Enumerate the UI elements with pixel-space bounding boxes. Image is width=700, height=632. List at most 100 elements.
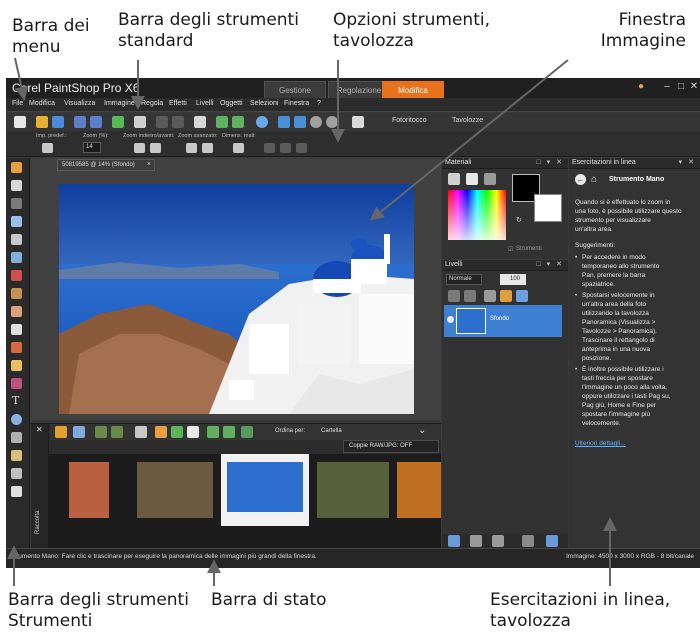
menu-regola[interactable]: Regola — [141, 100, 163, 107]
crop-tool-icon[interactable] — [11, 234, 22, 245]
thumbnail-item[interactable] — [69, 462, 109, 518]
zoom-out-button[interactable] — [134, 143, 145, 153]
zoom-pct-field[interactable]: 14 — [83, 142, 101, 153]
share-org-icon[interactable] — [171, 426, 183, 438]
layer-row[interactable]: Sfondo — [444, 305, 562, 337]
sort-dropdown[interactable]: Cartella — [321, 428, 342, 434]
browse-icon[interactable] — [52, 116, 64, 128]
panel-controls-icon[interactable]: ▾ ✕ — [679, 158, 696, 166]
tab-regolazione[interactable]: Regolazione — [328, 81, 390, 98]
pen-tool-icon[interactable] — [11, 432, 22, 443]
straighten-tool-icon[interactable] — [11, 252, 22, 263]
undo-icon[interactable] — [156, 116, 168, 128]
fit-window-icon[interactable] — [278, 116, 290, 128]
zoom-in-button[interactable] — [150, 143, 161, 153]
menu-modifica[interactable]: Modifica — [29, 100, 55, 107]
dodge-tool-icon[interactable] — [11, 360, 22, 371]
layer-style-icon[interactable] — [516, 290, 528, 302]
group-icon[interactable] — [492, 535, 504, 547]
document-tab[interactable]: 50819585 @ 14% (Sfondo) × — [57, 159, 155, 171]
paint-brush-tool-icon[interactable] — [11, 342, 22, 353]
hand-preset-icon[interactable] — [42, 143, 53, 153]
thumbnail-item[interactable] — [137, 462, 213, 518]
rotate-right-org-icon[interactable] — [223, 426, 235, 438]
pan-option-icon[interactable] — [264, 143, 275, 153]
swap-colors-icon[interactable]: ↻ — [516, 216, 522, 224]
home-icon[interactable]: ⌂ — [591, 174, 597, 185]
save-icon[interactable] — [74, 116, 86, 128]
zoom-more-in-button[interactable] — [202, 143, 213, 153]
actual-size-button[interactable] — [233, 143, 244, 153]
fit-option-icon[interactable] — [280, 143, 291, 153]
thumbnail-item[interactable] — [317, 462, 389, 518]
rotate-right-icon[interactable] — [232, 116, 244, 128]
palettes-menu[interactable]: Tavolozze — [452, 117, 483, 124]
menu-oggetti[interactable]: Oggetti — [220, 100, 243, 107]
rotate-left-icon[interactable] — [216, 116, 228, 128]
panel-controls-icon[interactable]: □ ▾ ✕ — [537, 158, 565, 166]
frame-mode-icon[interactable] — [448, 173, 460, 185]
santorini-photo[interactable] — [59, 184, 414, 414]
new-vector-layer-icon[interactable] — [464, 290, 476, 302]
link-layer-icon[interactable] — [484, 290, 496, 302]
checkbox-icon[interactable]: ☑ — [508, 246, 513, 253]
pick-tool-icon[interactable] — [11, 180, 22, 191]
thumbnail-item[interactable] — [397, 462, 441, 518]
crop-icon[interactable] — [194, 116, 206, 128]
new-layer-menu-icon[interactable] — [448, 535, 460, 547]
lock-layer-icon[interactable] — [500, 290, 512, 302]
makeover-tool-icon[interactable] — [11, 288, 22, 299]
menu-immagine[interactable]: Immagine — [104, 100, 135, 107]
background-swatch[interactable] — [534, 194, 562, 222]
fill-tool-icon[interactable] — [11, 468, 22, 479]
layer-properties-icon[interactable] — [546, 535, 558, 547]
organizer-close-icon[interactable]: ✕ — [36, 425, 43, 434]
zoom-in-icon[interactable] — [326, 116, 338, 128]
eraser-tool-icon[interactable] — [11, 324, 22, 335]
delete-layer-icon[interactable] — [522, 535, 534, 547]
blend-mode-dropdown[interactable]: Normale — [446, 274, 482, 285]
back-icon[interactable]: ← — [575, 174, 586, 185]
save-as-icon[interactable] — [90, 116, 102, 128]
dropper-tool-icon[interactable] — [11, 216, 22, 227]
tab-gestione[interactable]: Gestione — [264, 81, 326, 98]
close-icon[interactable]: ✕ — [687, 81, 700, 92]
share-icon[interactable] — [112, 116, 124, 128]
thumbnail-item-selected[interactable] — [221, 454, 309, 526]
menu-help[interactable]: ? — [317, 100, 321, 107]
maximize-icon[interactable]: □ — [674, 81, 688, 92]
photo-fix-icon[interactable] — [352, 116, 364, 128]
new-raster-layer-icon[interactable] — [448, 290, 460, 302]
color-spectrum[interactable] — [448, 190, 506, 240]
panel-controls-icon[interactable]: □ ▾ ✕ — [537, 260, 565, 268]
brush-right-icon[interactable] — [111, 426, 123, 438]
brush-left-icon[interactable] — [95, 426, 107, 438]
selection-tool-icon[interactable] — [11, 198, 22, 209]
user-icon[interactable]: ● — [634, 81, 648, 92]
slideshow-icon[interactable] — [187, 426, 199, 438]
pan-tool-icon[interactable] — [11, 162, 22, 173]
info-icon[interactable] — [256, 116, 268, 128]
menu-file[interactable]: File — [12, 100, 23, 107]
actual-size-icon[interactable] — [294, 116, 306, 128]
print-icon[interactable] — [134, 116, 146, 128]
list-view-icon[interactable] — [73, 426, 85, 438]
text-tool-icon[interactable]: T — [12, 394, 19, 407]
rainbow-mode-icon[interactable] — [466, 173, 478, 185]
close-icon[interactable]: × — [147, 160, 151, 170]
new-mask-icon[interactable] — [470, 535, 482, 547]
menu-livelli[interactable]: Livelli — [196, 100, 214, 107]
redo-icon[interactable] — [172, 116, 184, 128]
menu-effetti[interactable]: Effetti — [169, 100, 187, 107]
red-eye-tool-icon[interactable] — [11, 270, 22, 281]
display-icon[interactable] — [135, 426, 147, 438]
window-option-icon[interactable] — [296, 143, 307, 153]
swatches-mode-icon[interactable] — [484, 173, 496, 185]
picture-tube-tool-icon[interactable] — [11, 486, 22, 497]
chevron-down-icon[interactable]: ⌄ — [418, 425, 426, 436]
rotate-left-org-icon[interactable] — [207, 426, 219, 438]
more-details-link[interactable]: Ulteriori dettagli... — [575, 440, 626, 447]
shape-tool-icon[interactable] — [11, 414, 22, 425]
raw-jpg-popup[interactable]: Coppie RAW/JPG: OFF — [343, 440, 439, 453]
eye-icon[interactable] — [447, 316, 454, 323]
